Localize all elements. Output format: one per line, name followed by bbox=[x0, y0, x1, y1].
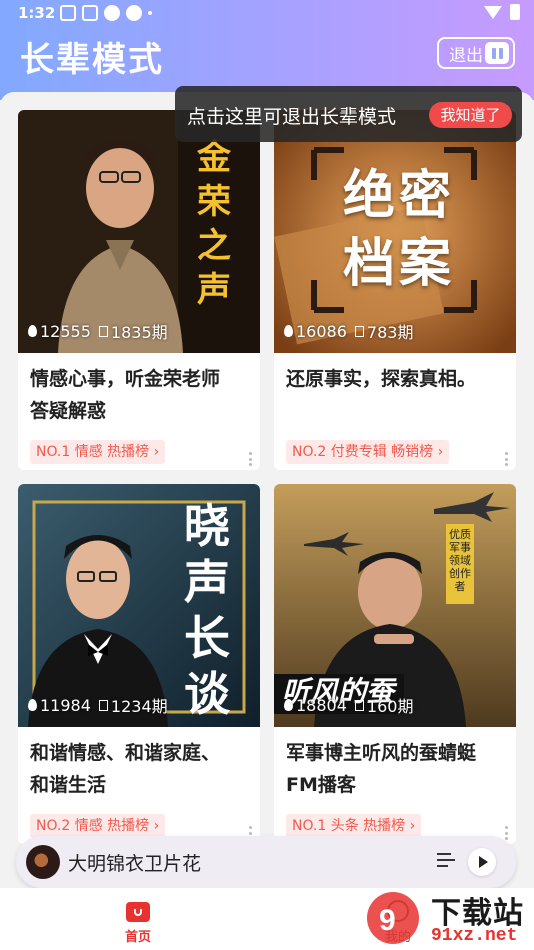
battery-icon bbox=[510, 4, 520, 20]
more-options-icon[interactable] bbox=[248, 452, 252, 466]
cover-stats: 12555 1835期 bbox=[28, 319, 168, 343]
more-options-icon[interactable] bbox=[504, 826, 508, 840]
status-time: 1:32 bbox=[18, 4, 56, 22]
more-options-icon[interactable] bbox=[504, 452, 508, 466]
exit-hint-tooltip: 点击这里可退出长辈模式 我知道了 bbox=[175, 86, 522, 142]
watermark-url: 91xz.net bbox=[431, 926, 518, 946]
mini-player[interactable]: 大明锦衣卫片花 bbox=[16, 836, 516, 888]
cover-stats: 11984 1234期 bbox=[28, 693, 168, 717]
rank-tag[interactable]: NO.2 情感 热播榜 › bbox=[30, 814, 166, 838]
cover-title-text: 绝密档案 bbox=[342, 166, 455, 294]
tab-home[interactable]: 首页 bbox=[118, 902, 158, 945]
more-notifications-icon bbox=[148, 11, 152, 15]
exit-elder-mode-button[interactable]: 退出 bbox=[437, 37, 515, 69]
album-card[interactable]: 金荣之声 12555 1835期 情感心事，听金荣老师答疑解惑 NO.1 情感 … bbox=[18, 110, 260, 470]
tooltip-text: 点击这里可退出长辈模式 bbox=[187, 106, 397, 128]
svg-text:9: 9 bbox=[379, 904, 396, 937]
notification-icons bbox=[60, 5, 152, 21]
notification-icon bbox=[60, 5, 76, 21]
cover-title-text: 晓声长谈 bbox=[184, 499, 230, 721]
page-title: 长辈模式 bbox=[20, 40, 164, 80]
notification-icon bbox=[82, 5, 98, 21]
album-title: 情感心事，听金荣老师答疑解惑 bbox=[30, 368, 221, 422]
cover-badge: 优质军事领域创作者 bbox=[449, 528, 471, 593]
notification-icon bbox=[126, 5, 142, 21]
tab-home-label: 首页 bbox=[124, 930, 151, 945]
album-cover: 优质军事领域创作者 听风的蚕 18804 160期 bbox=[274, 484, 516, 727]
cover-stats: 16086 783期 bbox=[284, 319, 413, 343]
play-count: 11984 bbox=[40, 695, 91, 715]
got-it-button[interactable]: 我知道了 bbox=[429, 102, 512, 128]
album-card[interactable]: 绝密档案 16086 783期 还原事实，探索真相。 NO.2 付费专辑 畅销榜… bbox=[274, 110, 516, 470]
episodes-icon bbox=[98, 325, 108, 337]
album-title: 和谐情感、和谐家庭、和谐生活 bbox=[30, 742, 221, 796]
album-card[interactable]: 晓声长谈 11984 1234期 和谐情感、和谐家庭、和谐生活 NO.2 情感 … bbox=[18, 484, 260, 844]
episodes-icon bbox=[354, 699, 364, 711]
album-cover: 绝密档案 16086 783期 bbox=[274, 110, 516, 353]
now-playing-title: 大明锦衣卫片花 bbox=[68, 853, 202, 875]
wifi-icon bbox=[484, 5, 502, 19]
flame-icon bbox=[28, 699, 37, 711]
site-watermark: 9 下载站 91xz.net bbox=[365, 886, 534, 950]
play-button[interactable] bbox=[468, 848, 496, 876]
album-title: 军事博主听风的蚕蜻蜓FM播客 bbox=[286, 742, 477, 796]
play-count: 16086 bbox=[296, 321, 347, 341]
episode-count: 1234期 bbox=[110, 697, 168, 716]
notification-icon bbox=[104, 5, 120, 21]
flame-icon bbox=[284, 699, 293, 711]
rank-tag[interactable]: NO.2 付费专辑 畅销榜 › bbox=[286, 440, 450, 464]
home-icon bbox=[126, 902, 150, 922]
exit-label: 退出 bbox=[449, 45, 483, 66]
flame-icon bbox=[284, 325, 293, 337]
album-cover: 晓声长谈 11984 1234期 bbox=[18, 484, 260, 727]
episode-count: 1835期 bbox=[110, 323, 168, 342]
episode-count: 160期 bbox=[366, 697, 414, 716]
album-title: 还原事实，探索真相。 bbox=[286, 368, 477, 390]
now-playing-cover bbox=[26, 845, 60, 879]
play-count: 18804 bbox=[296, 695, 347, 715]
playlist-icon[interactable] bbox=[437, 853, 455, 869]
album-cover: 金荣之声 12555 1835期 bbox=[18, 110, 260, 353]
flame-icon bbox=[28, 325, 37, 337]
pause-icon bbox=[485, 42, 509, 64]
cover-title-text: 金荣之声 bbox=[197, 138, 231, 310]
rank-tag[interactable]: NO.1 情感 热播榜 › bbox=[30, 440, 166, 464]
cover-stats: 18804 160期 bbox=[284, 693, 413, 717]
status-bar: 1:32 bbox=[0, 0, 534, 28]
episode-count: 783期 bbox=[366, 323, 414, 342]
rank-tag[interactable]: NO.1 头条 热播榜 › bbox=[286, 814, 422, 838]
episodes-icon bbox=[354, 325, 364, 337]
play-count: 12555 bbox=[40, 321, 91, 341]
album-card[interactable]: 优质军事领域创作者 听风的蚕 18804 160期 军事博主听风的蚕蜻蜓FM播客… bbox=[274, 484, 516, 844]
system-indicators bbox=[484, 4, 520, 20]
episodes-icon bbox=[98, 699, 108, 711]
